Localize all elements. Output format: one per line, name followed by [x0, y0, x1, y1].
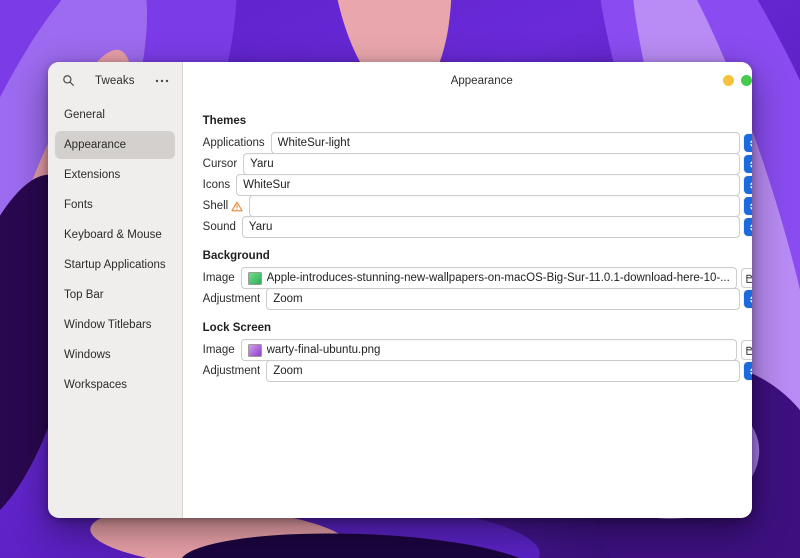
search-icon[interactable]: [56, 69, 80, 93]
sidebar: Tweaks General Appearance Extensions Fon…: [48, 62, 183, 518]
lock-screen-adjustment-dropdown-icon[interactable]: [743, 362, 752, 380]
lock-screen-adjustment-label: Adjustment: [202, 365, 261, 377]
sidebar-item-label: Fonts: [64, 199, 93, 211]
sound-theme-combo[interactable]: Yaru: [241, 216, 740, 238]
row-background-adjustment: Adjustment Zoom: [202, 288, 752, 310]
sidebar-item-startup-applications[interactable]: Startup Applications: [55, 251, 175, 279]
applications-theme-value: WhiteSur-light: [277, 137, 350, 149]
applications-theme-label: Applications: [202, 137, 265, 149]
background-image-label: Image: [202, 272, 235, 284]
page-title: Appearance: [450, 74, 513, 87]
row-lock-screen-image: Image warty-final-ubuntu.png: [202, 339, 752, 361]
sound-theme-value: Yaru: [248, 221, 273, 233]
sidebar-item-keyboard-mouse[interactable]: Keyboard & Mouse: [55, 221, 175, 249]
sidebar-item-fonts[interactable]: Fonts: [55, 191, 175, 219]
icons-theme-combo[interactable]: WhiteSur: [236, 174, 740, 196]
row-sound-theme: Sound Yaru: [202, 216, 752, 238]
window-controls: [722, 75, 752, 86]
maximize-button[interactable]: [740, 75, 752, 86]
shell-theme-dropdown-icon[interactable]: [743, 197, 752, 215]
icons-theme-dropdown-icon[interactable]: [743, 176, 752, 194]
themes-group: Themes Applications WhiteSur-light Curso…: [202, 115, 752, 238]
background-group: Background Image Apple-introduces-stunni…: [202, 250, 752, 310]
sidebar-nav-list: General Appearance Extensions Fonts Keyb…: [48, 99, 182, 399]
minimize-button[interactable]: [722, 75, 734, 86]
icons-theme-label: Icons: [202, 179, 231, 191]
cursor-theme-dropdown-icon[interactable]: [743, 155, 752, 173]
image-thumbnail-icon: [247, 271, 262, 285]
shell-theme-combo[interactable]: [249, 195, 740, 217]
background-adjustment-label: Adjustment: [202, 293, 261, 305]
sidebar-item-workspaces[interactable]: Workspaces: [55, 371, 175, 399]
lock-screen-image-folder-icon[interactable]: [740, 340, 752, 360]
icons-theme-value: WhiteSur: [243, 179, 291, 191]
sidebar-item-label: Workspaces: [64, 379, 128, 391]
content-area: Appearance Themes Applications WhiteSur-…: [182, 62, 752, 518]
lock-screen-adjustment-combo[interactable]: Zoom: [266, 360, 740, 382]
background-adjustment-combo[interactable]: Zoom: [266, 288, 740, 310]
sidebar-header: Tweaks: [48, 62, 182, 99]
shell-theme-label-text: Shell: [202, 200, 229, 212]
row-lock-screen-adjustment: Adjustment Zoom: [202, 360, 752, 382]
background-image-field[interactable]: Apple-introduces-stunning-new-wallpapers…: [240, 267, 737, 289]
sidebar-item-label: Startup Applications: [64, 259, 166, 271]
applications-theme-dropdown-icon[interactable]: [743, 134, 752, 152]
background-adjustment-dropdown-icon[interactable]: [743, 290, 752, 308]
lock-screen-image-field[interactable]: warty-final-ubuntu.png: [240, 339, 737, 361]
shell-theme-label: Shell: [203, 200, 250, 212]
sidebar-item-label: General: [64, 109, 105, 121]
appearance-settings-panel: Themes Applications WhiteSur-light Curso…: [183, 99, 752, 518]
sidebar-item-window-titlebars[interactable]: Window Titlebars: [55, 311, 175, 339]
sidebar-item-windows[interactable]: Windows: [55, 341, 175, 369]
row-icons-theme: Icons WhiteSur: [202, 174, 752, 196]
background-image-folder-icon[interactable]: [740, 268, 752, 288]
lock-screen-adjustment-value: Zoom: [273, 365, 303, 377]
sound-theme-dropdown-icon[interactable]: [743, 218, 752, 236]
background-heading: Background: [202, 250, 270, 262]
gnome-tweaks-window: Tweaks General Appearance Extensions Fon…: [48, 62, 752, 518]
row-shell-theme: Shell: [203, 195, 752, 217]
background-adjustment-value: Zoom: [273, 293, 303, 305]
sidebar-title: Tweaks: [95, 74, 135, 87]
three-dots-menu-icon[interactable]: [150, 69, 174, 93]
sidebar-item-extensions[interactable]: Extensions: [55, 161, 175, 189]
cursor-theme-combo[interactable]: Yaru: [243, 153, 740, 175]
sidebar-item-appearance[interactable]: Appearance: [55, 131, 175, 159]
sidebar-item-label: Appearance: [64, 139, 127, 151]
lock-screen-heading: Lock Screen: [202, 322, 272, 334]
warning-icon: [231, 201, 243, 212]
sidebar-item-label: Extensions: [64, 169, 121, 181]
themes-heading: Themes: [202, 115, 247, 127]
image-thumbnail-icon: [247, 343, 262, 357]
sidebar-item-label: Keyboard & Mouse: [64, 229, 162, 241]
sidebar-item-label: Windows: [64, 349, 111, 361]
cursor-theme-value: Yaru: [250, 158, 274, 170]
lock-screen-group: Lock Screen Image warty-final-ubuntu.png: [202, 322, 752, 382]
cursor-theme-label: Cursor: [202, 158, 238, 170]
sidebar-item-top-bar[interactable]: Top Bar: [55, 281, 175, 309]
sidebar-item-label: Top Bar: [64, 289, 104, 301]
lock-screen-image-value: warty-final-ubuntu.png: [266, 344, 381, 356]
lock-screen-image-label: Image: [202, 344, 235, 356]
row-background-image: Image Apple-introduces-stunning-new-wall…: [202, 267, 752, 289]
background-image-value: Apple-introduces-stunning-new-wallpapers…: [266, 272, 730, 284]
sidebar-item-general[interactable]: General: [55, 101, 175, 129]
sound-theme-label: Sound: [202, 221, 236, 233]
row-applications-theme: Applications WhiteSur-light: [202, 132, 752, 154]
row-cursor-theme: Cursor Yaru: [202, 153, 752, 175]
sidebar-item-label: Window Titlebars: [64, 319, 152, 331]
window-titlebar: Appearance: [182, 62, 752, 99]
applications-theme-combo[interactable]: WhiteSur-light: [270, 132, 740, 154]
